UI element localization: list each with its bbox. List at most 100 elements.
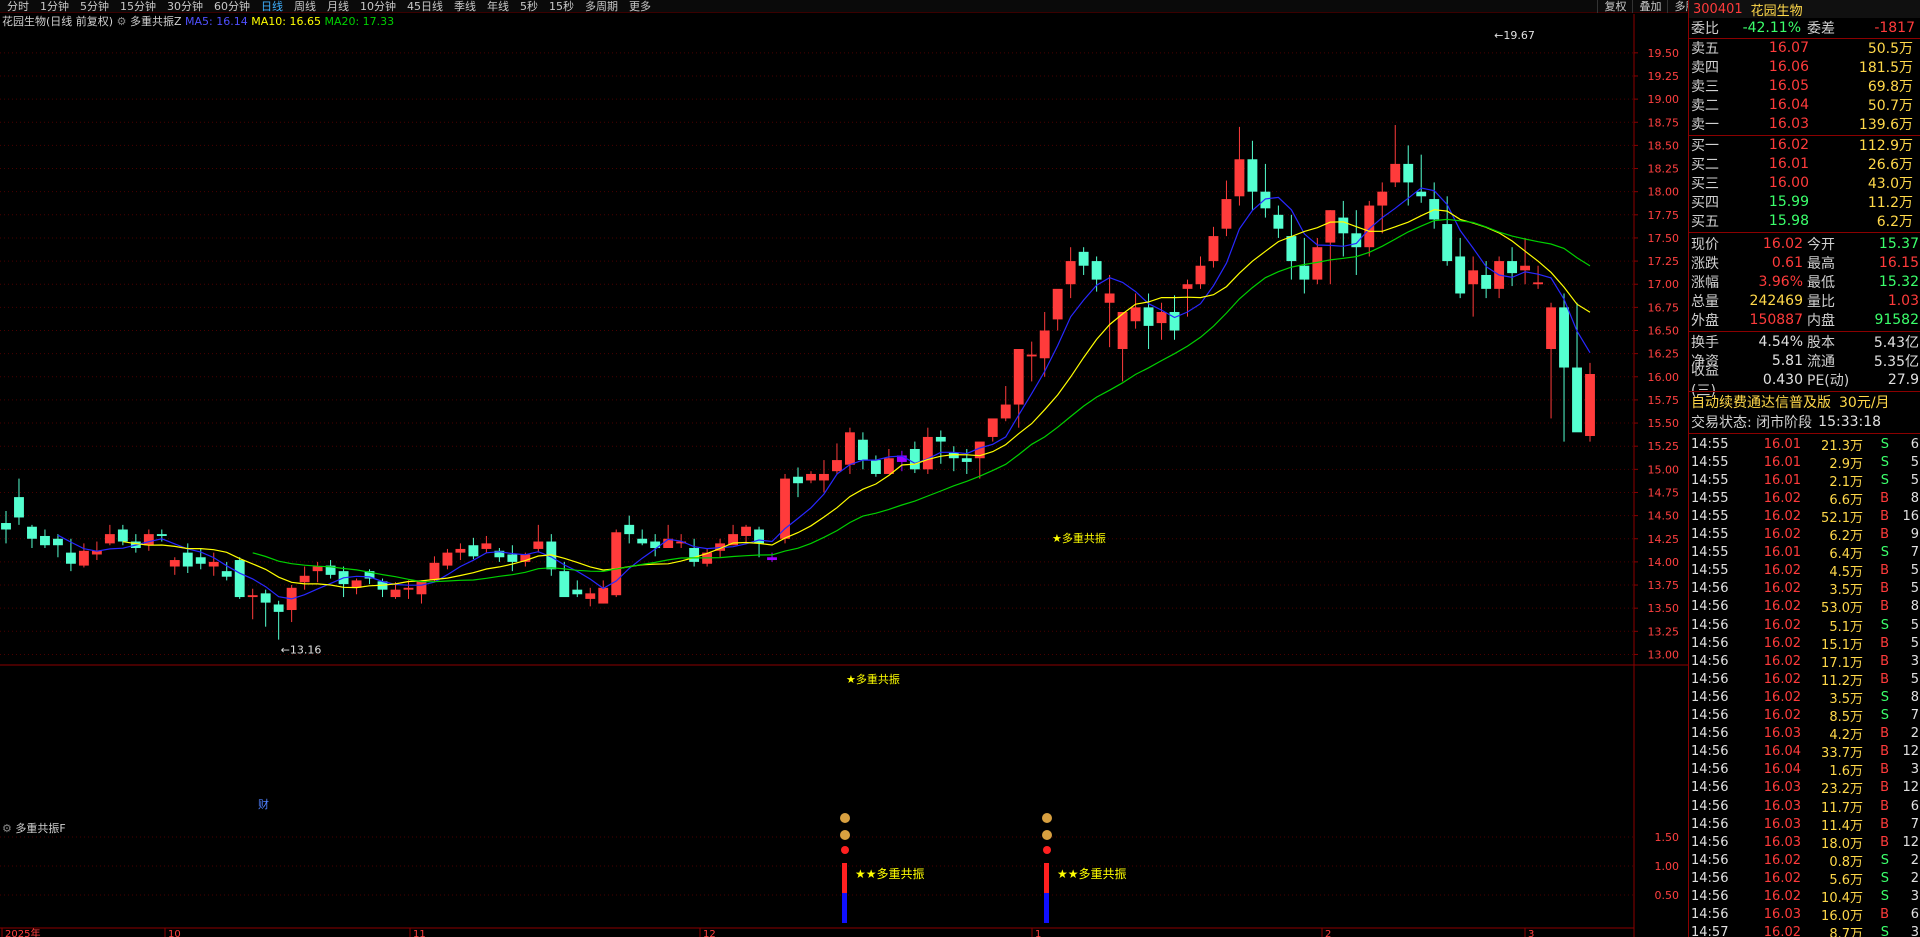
kline-svg[interactable]: 19.50 19.25 19.00 18.75 18.50 18.25 18.00 17.75… [0, 14, 1688, 937]
candle-body [883, 458, 894, 474]
candle-body [390, 589, 401, 598]
quote-header: 300401 花园生物 [1689, 0, 1920, 19]
period-tab-2[interactable]: 5分钟 [75, 0, 115, 13]
separator [1689, 232, 1920, 233]
order-ratio-row: 委比 -42.11% 委差 -1817 [1691, 20, 1915, 37]
y-tick-label: 14.25 [1648, 533, 1680, 546]
candle-body [1468, 270, 1479, 285]
tick-row: 14:56 16.02 3.5万 S 8 [1691, 689, 1919, 707]
stat-row: 总量 242469 量比 1.03 [1691, 293, 1919, 310]
candle-body [455, 548, 466, 553]
subscription-banner: 自动续费通达信普及版 30元/月 [1691, 395, 1890, 411]
period-tab-6[interactable]: 日线 [256, 0, 289, 13]
period-tab-8[interactable]: 月线 [322, 0, 355, 13]
sub-dot [841, 846, 849, 854]
tick-row: 14:56 16.03 23.2万 B 12 [1691, 780, 1919, 798]
tick-row: 14:56 16.02 5.1万 S 5 [1691, 617, 1919, 635]
tick-row: 14:55 16.02 52.1万 B 16 [1691, 508, 1919, 526]
tick-row: 14:56 16.03 18.0万 B 12 [1691, 834, 1919, 852]
min-price-label: ←13.16 [281, 644, 322, 657]
period-tab-3[interactable]: 15分钟 [115, 0, 162, 13]
tick-row: 14:56 16.03 11.7万 B 6 [1691, 798, 1919, 816]
stat-row: 涨幅 3.96% 最低 15.32 [1691, 274, 1919, 291]
candle-body [1104, 293, 1115, 303]
candle-body [832, 460, 842, 472]
order-book-row: 卖四 16.06 181.5万 [1691, 59, 1913, 76]
candle-body [27, 526, 37, 539]
candle-body [1585, 374, 1595, 437]
sub-indicator-name[interactable]: 多重共振F [15, 822, 65, 835]
period-tab-7[interactable]: 周线 [289, 0, 322, 13]
period-tab-0[interactable]: 分时 [2, 0, 35, 13]
period-tab-9[interactable]: 10分钟 [355, 0, 402, 13]
ma-line-20 [252, 218, 1591, 583]
y-tick-label: 16.00 [1648, 371, 1680, 384]
candle-body [1117, 311, 1128, 350]
ma10-value: MA10: 16.65 [251, 15, 321, 28]
candle-body [987, 418, 998, 437]
candle-body [1195, 265, 1206, 285]
candle-body [909, 448, 920, 470]
candle-body [247, 595, 258, 598]
candle-body [806, 473, 816, 481]
candle-body [221, 571, 232, 577]
candle-body [1065, 261, 1076, 285]
period-tab-5[interactable]: 60分钟 [209, 0, 256, 13]
settings-gear-icon[interactable]: ⚙ [117, 15, 127, 28]
period-tab-4[interactable]: 30分钟 [162, 0, 209, 13]
tick-row: 14:55 16.01 21.3万 S 6 [1691, 436, 1919, 454]
candle-body [1221, 199, 1232, 229]
ma20-value: MA20: 17.33 [324, 15, 395, 28]
candle-body [1156, 311, 1167, 324]
candle-body [1455, 256, 1466, 294]
period-tab-11[interactable]: 季线 [449, 0, 482, 13]
quote-panel: 300401 花园生物 委比 -42.11% 委差 -1817 卖五 16.07 50.5万 卖四… [1688, 0, 1920, 937]
candle-body [169, 560, 180, 567]
candle-body [1039, 330, 1050, 359]
candle-body [40, 535, 50, 546]
candle-body [14, 497, 24, 518]
sub-indicator-header: ⚙ 多重共振F [2, 820, 66, 836]
candle-body [1000, 404, 1011, 419]
tick-row: 14:56 16.04 1.6万 B 3 [1691, 762, 1919, 780]
candle-body [1013, 349, 1024, 405]
tick-row: 14:56 16.02 11.2万 B 5 [1691, 671, 1919, 689]
candle-body [819, 473, 829, 481]
order-book-row: 买二 16.01 26.6万 [1691, 156, 1913, 173]
money-bag-icon [840, 813, 850, 823]
candle-body [234, 560, 245, 598]
order-book-row: 买四 15.99 11.2万 [1691, 194, 1913, 211]
period-tab-13[interactable]: 5秒 [515, 0, 544, 13]
candle-body [870, 460, 881, 474]
order-book-row: 卖五 16.07 50.5万 [1691, 40, 1913, 57]
sub-settings-gear-icon[interactable]: ⚙ [2, 822, 12, 835]
period-tabs: 分时 1分钟 5分钟 15分钟 30分钟 60分钟 日线 周线 月线 10分钟 45日线 季线 年线 5秒… [2, 0, 657, 13]
candle-body [1026, 354, 1037, 357]
candle-body [1052, 288, 1063, 320]
toolbar-button-0[interactable]: 复权 [1597, 0, 1632, 13]
candle-body [611, 532, 622, 596]
sub-y-tick-label: 1.50 [1655, 831, 1680, 844]
tick-row: 14:56 16.02 15.1万 B 5 [1691, 635, 1919, 653]
chart-header: 花园生物(日线 前复权) ⚙ 多重共振Z MA5: 16.14 MA10: 16… [2, 14, 394, 29]
indicator-name[interactable]: 多重共振Z [130, 15, 182, 28]
candle-body [857, 439, 868, 461]
period-tab-1[interactable]: 1分钟 [35, 0, 75, 13]
candle-body [1338, 217, 1349, 234]
candle-body [585, 593, 596, 599]
y-tick-label: 18.75 [1648, 116, 1680, 129]
money-bag-icon [1042, 813, 1052, 823]
period-tab-14[interactable]: 15秒 [544, 0, 580, 13]
tick-row: 14:56 16.02 0.8万 S 2 [1691, 852, 1919, 870]
tick-row: 14:55 16.02 6.6万 B 8 [1691, 490, 1919, 508]
kline-chart[interactable]: 19.50 19.25 19.00 18.75 18.50 18.25 18.00 17.75… [0, 14, 1688, 937]
period-tab-10[interactable]: 45日线 [402, 0, 449, 13]
toolbar-button-1[interactable]: 叠加 [1632, 0, 1667, 13]
candle-body [1091, 261, 1102, 280]
y-tick-label: 14.75 [1648, 486, 1680, 499]
period-tab-16[interactable]: 更多 [624, 0, 657, 13]
period-tab-15[interactable]: 多周期 [580, 0, 624, 13]
period-tab-12[interactable]: 年线 [482, 0, 515, 13]
y-tick-label: 14.50 [1648, 510, 1680, 523]
sub-signal-label-1: ★★多重共振 [1057, 867, 1127, 881]
